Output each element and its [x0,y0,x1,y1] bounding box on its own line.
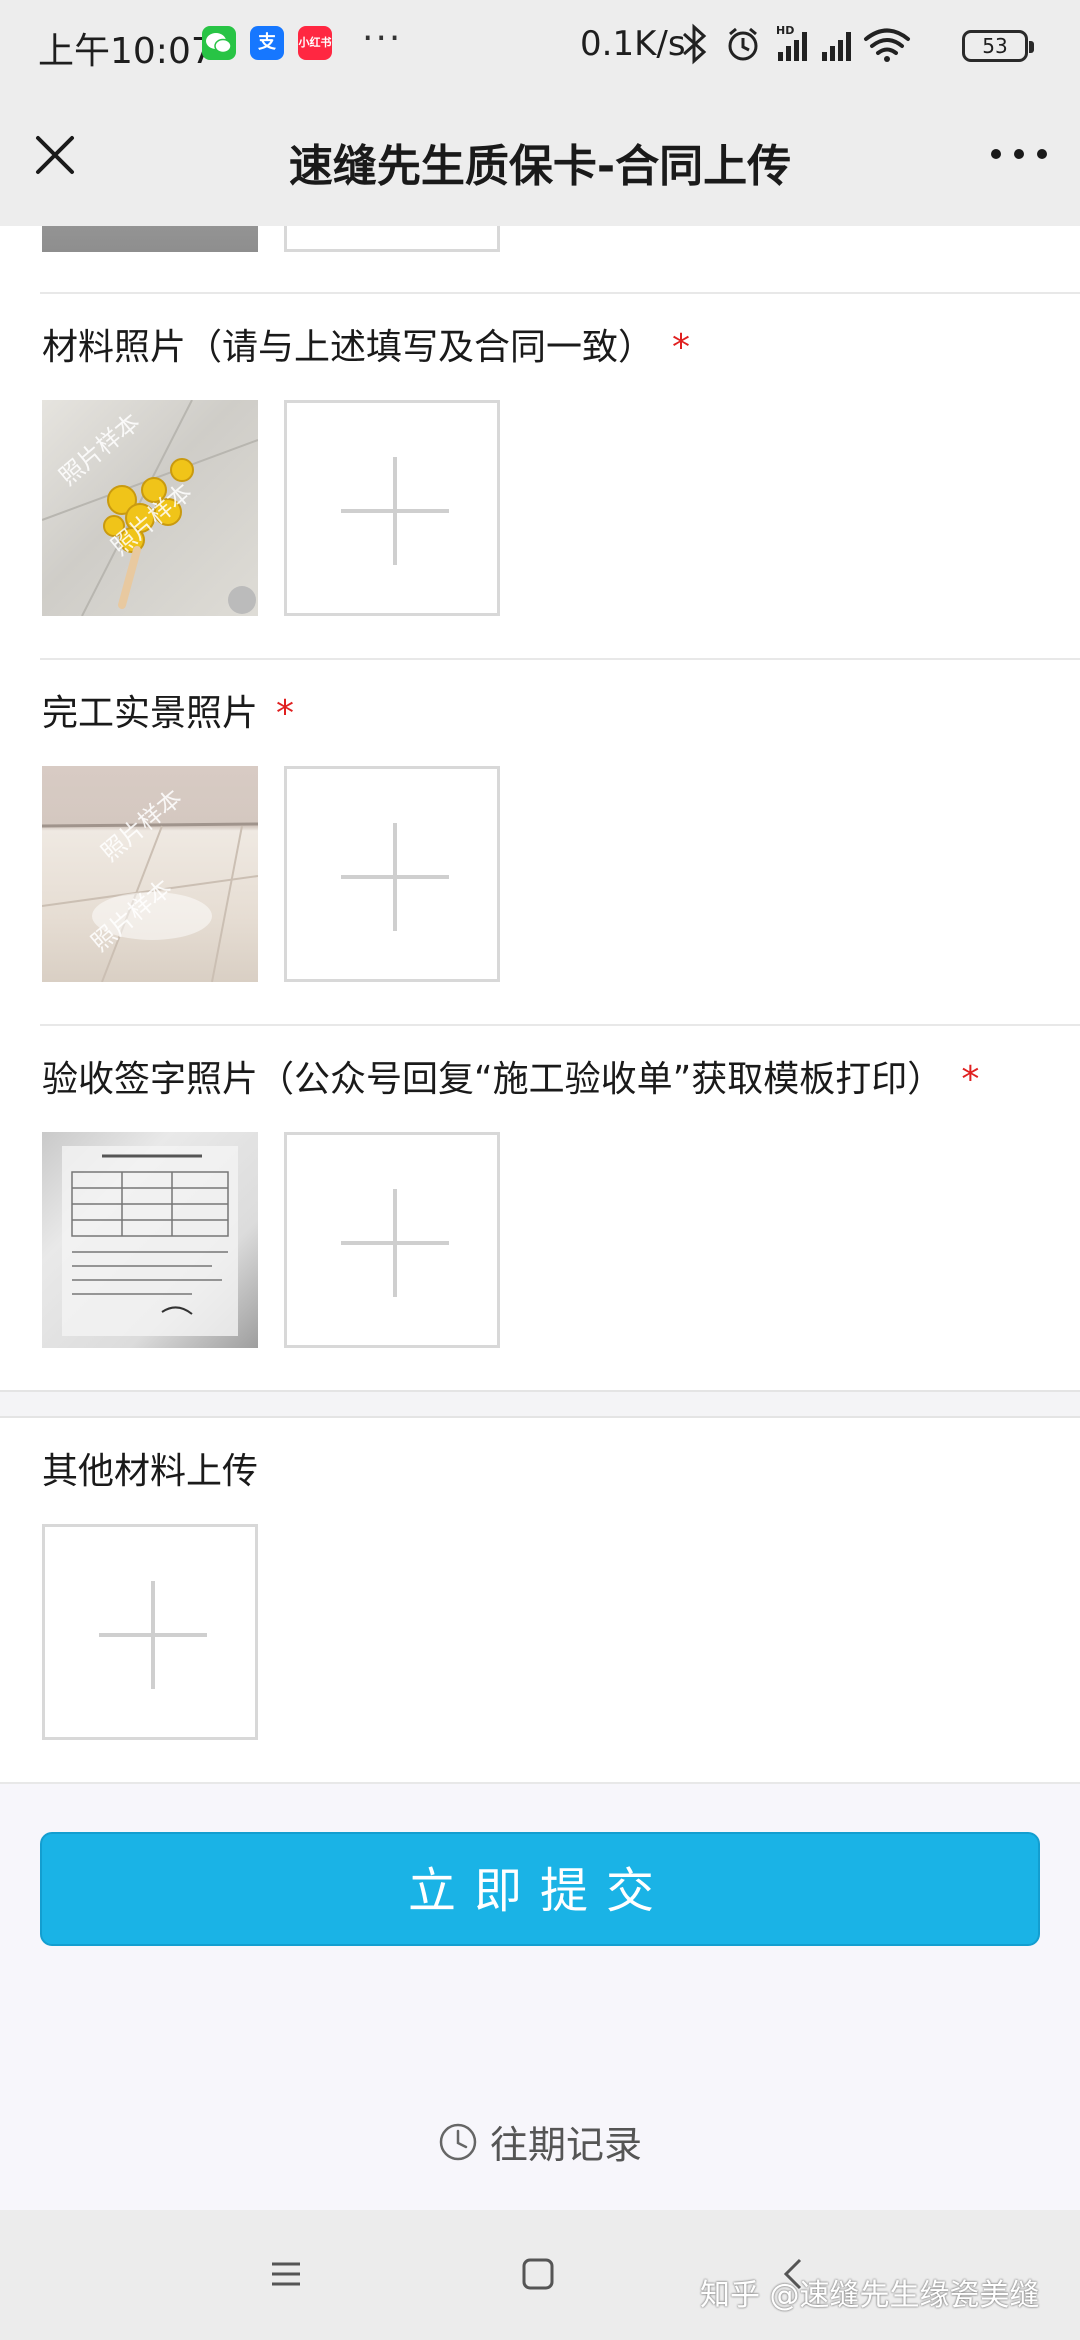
signal-hd-icon: HD [776,24,807,61]
battery-indicator: 53 [962,30,1034,62]
bluetooth-icon [682,23,707,65]
completion-photo-thumbnail[interactable]: 照片样本 照片样本 [42,766,258,982]
divider [40,292,1080,294]
nav-bar: 速缝先生质保卡-合同上传 [0,92,1080,226]
network-speed: 0.1K/s [580,24,686,64]
xiaohongshu-icon: 小红书 [298,26,332,60]
material-photo-thumbnail[interactable]: 照片样本 照片样本 [42,400,258,616]
wifi-icon [864,28,910,62]
status-more-icon: ··· [362,18,403,59]
completion-add-photo-button[interactable] [284,766,500,982]
previous-add-photo-button[interactable] [284,226,500,252]
more-options-icon[interactable] [984,134,1054,174]
alarm-icon [728,27,758,61]
submit-button[interactable]: 立即提交 [40,1832,1040,1946]
required-mark: * [672,327,691,368]
svg-text:HD: HD [776,24,794,37]
divider [0,1782,1080,1784]
divider [40,658,1080,660]
alipay-icon: 支 [250,26,284,60]
status-time: 上午10:07 [38,31,214,72]
material-photo-label: 材料照片（请与上述填写及合同一致） * [42,327,691,368]
required-mark: * [961,1059,980,1100]
home-icon[interactable] [520,2256,556,2292]
zhihu-watermark: 知乎 @速缝先生缘瓷美缝 [700,2278,1040,2313]
acceptance-form-image [62,1146,238,1336]
completion-photo-label: 完工实景照片 * [42,693,295,734]
clock-icon [439,2123,477,2161]
other-materials-label: 其他材料上传 [42,1451,259,1492]
material-add-photo-button[interactable] [284,400,500,616]
wechat-icon [202,26,236,60]
system-nav-bar: 知乎 @速缝先生缘瓷美缝 [0,2210,1080,2340]
acceptance-photo-label: 验收签字照片（公众号回复“施工验收单”获取模板打印） * [42,1059,980,1100]
acceptance-photo-thumbnail[interactable] [42,1132,258,1348]
status-bar: 上午10:07 支 小红书 ··· 0.1K/s HD 53 [0,0,1080,92]
acceptance-add-photo-button[interactable] [284,1132,500,1348]
section-gap [0,1390,1080,1418]
required-mark: * [276,693,295,734]
menu-icon[interactable] [268,2256,304,2292]
other-add-photo-button[interactable] [42,1524,258,1740]
signal-icon [822,32,851,61]
history-label: 往期记录 [490,2123,643,2167]
previous-photo-thumbnail[interactable] [42,226,258,252]
page-title: 速缝先生质保卡-合同上传 [288,141,792,192]
divider [40,1024,1080,1026]
status-icons: HD [682,23,910,65]
upload-form: 材料照片（请与上述填写及合同一致） * 照片样本 照片样本 完工实景照片 * 照片样… [0,226,1080,1784]
